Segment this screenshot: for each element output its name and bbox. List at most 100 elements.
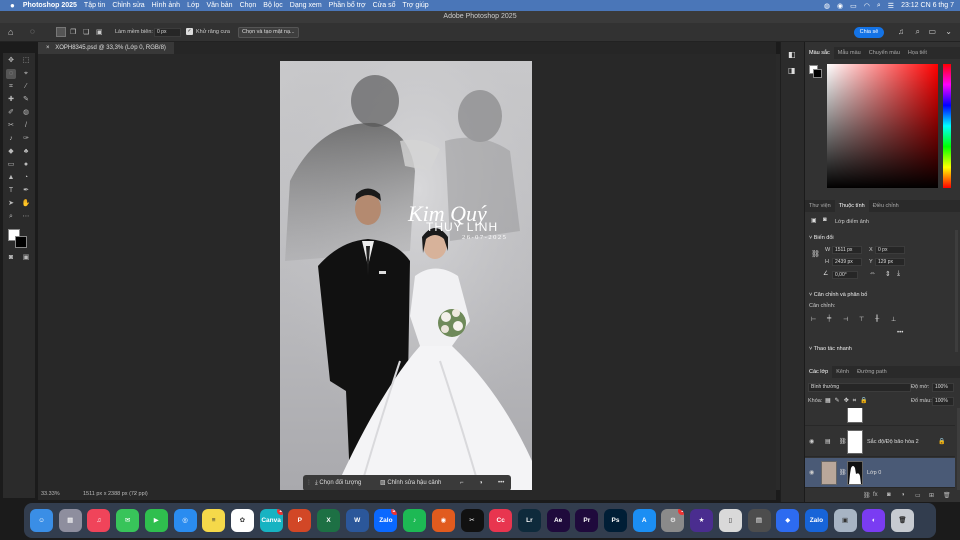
- pencil-tool-icon[interactable]: /: [21, 121, 31, 131]
- quick-mask-icon[interactable]: ◙: [6, 253, 16, 263]
- transform-icon[interactable]: ⌐: [460, 478, 464, 488]
- tab-libraries[interactable]: Thư viện: [805, 200, 835, 212]
- zoom-tool-icon[interactable]: ⌕: [6, 212, 16, 222]
- history-brush-tool-icon[interactable]: ♪: [6, 134, 16, 144]
- dock-app-messenger[interactable]: ◐: [862, 509, 886, 532]
- marquee-tool-icon[interactable]: ⬚: [21, 56, 31, 66]
- dock-app-roblox[interactable]: ◆: [776, 509, 800, 532]
- dock-app-notes[interactable]: ≡: [202, 509, 226, 532]
- height-input[interactable]: 2439 px: [832, 258, 862, 266]
- transform-section-title[interactable]: ˅ Biến đổi: [809, 235, 834, 241]
- pen-tool-icon[interactable]: ✒: [21, 186, 31, 196]
- dock-app-app-store[interactable]: A: [632, 509, 656, 532]
- wifi-icon[interactable]: ◠: [864, 2, 870, 10]
- blend-mode-select[interactable]: Bình thường: [808, 383, 911, 392]
- hand-tool-icon[interactable]: ✋: [21, 199, 31, 209]
- width-input[interactable]: 1511 px: [832, 246, 862, 254]
- libraries-panel-icon[interactable]: ◨: [788, 66, 796, 75]
- color-picker-field[interactable]: [827, 64, 938, 188]
- menu-filter[interactable]: Bộ lọc: [263, 2, 282, 9]
- blur-tool-icon[interactable]: ●: [21, 160, 31, 170]
- angle-input[interactable]: 0,00°: [832, 271, 858, 279]
- dock-app-facetime[interactable]: ▶: [144, 509, 168, 532]
- dock-app-finder[interactable]: ☺: [30, 509, 53, 532]
- close-tab-icon[interactable]: ×: [46, 45, 50, 51]
- align-bottom-icon[interactable]: ⊥: [891, 316, 896, 323]
- fill-input[interactable]: 100%: [932, 397, 954, 406]
- properties-scrollbar[interactable]: [955, 230, 958, 352]
- quick-actions-section[interactable]: ˅ Thao tác nhanh: [809, 346, 852, 352]
- tab-properties[interactable]: Thuộc tính: [834, 200, 869, 212]
- link-layers-icon[interactable]: ⛓: [863, 492, 871, 499]
- search-icon[interactable]: ⌕: [877, 2, 881, 10]
- dock-app-podcast[interactable]: ◉: [431, 509, 455, 532]
- history-panel-icon[interactable]: ◧: [788, 50, 796, 59]
- dock-app-lightroom[interactable]: Lr: [517, 509, 541, 532]
- dock-app-safari[interactable]: ◎: [173, 509, 197, 532]
- layer-row-selected[interactable]: ◉ ⛓ Lớp 0: [805, 458, 955, 488]
- visibility-eye-icon[interactable]: ◉: [809, 438, 814, 445]
- menu-image[interactable]: Hình ảnh: [152, 2, 180, 9]
- lock-options-icons[interactable]: ▦✎✥⌗🔒: [825, 397, 872, 405]
- brush-tool-icon[interactable]: ✎: [21, 95, 31, 105]
- select-subject-button[interactable]: ⤓ Chọn đối tượng: [315, 478, 361, 488]
- tab-swatches[interactable]: Mẫu màu: [834, 47, 865, 59]
- screen-mode-icon[interactable]: ▣: [21, 253, 31, 263]
- eraser-tool-icon[interactable]: ◆: [6, 147, 16, 157]
- mixer-brush-tool-icon[interactable]: ✑: [21, 134, 31, 144]
- add-mask-icon[interactable]: ◙: [887, 492, 891, 498]
- remove-background-button[interactable]: ▨ Chỉnh sửa hậu cảnh: [380, 478, 441, 488]
- layer-row[interactable]: ◉ ▤ ⛓ Sắc độ/Độ bão hòa 2 🔒: [805, 427, 955, 457]
- quick-selection-tool-icon[interactable]: ⌖: [21, 69, 31, 79]
- battery-icon[interactable]: ▭: [850, 2, 857, 10]
- menu-type[interactable]: Văn bản: [206, 2, 232, 9]
- dock-app-photos[interactable]: ✿: [230, 509, 254, 532]
- notifications-icon[interactable]: ♫: [898, 27, 904, 36]
- share-button[interactable]: Chia sẻ: [854, 27, 884, 38]
- wedding-photo[interactable]: Kim Quý THUY LINH 26-07-2025: [280, 61, 532, 490]
- path-selection-tool-icon[interactable]: ➤: [6, 199, 16, 209]
- new-layer-icon[interactable]: ⊞: [929, 492, 934, 499]
- dock-app-capcut[interactable]: ✂: [460, 509, 484, 532]
- search-ps-icon[interactable]: ⌕: [916, 27, 920, 37]
- dock-app-imovie[interactable]: ★: [690, 509, 714, 532]
- stamp-tool-icon[interactable]: ♣: [21, 147, 31, 157]
- record-icon[interactable]: ◉: [837, 2, 843, 10]
- document-tab[interactable]: × XOPH8345.psd @ 33,3% (Lớp 0, RGB/8): [38, 42, 174, 54]
- more-options-button[interactable]: •••: [498, 478, 504, 488]
- dock-app-preview[interactable]: ▣: [833, 509, 857, 532]
- subtract-selection-icon[interactable]: ❏: [83, 28, 89, 36]
- document-info[interactable]: 1511 px x 2388 px (72 ppi): [83, 491, 148, 497]
- crop-tool-icon[interactable]: ⌗: [6, 82, 16, 92]
- align-more-button[interactable]: •••: [897, 330, 903, 336]
- chain-link-icon[interactable]: ⛓: [839, 438, 847, 445]
- dock-app-creative-cloud[interactable]: Cc: [489, 509, 513, 532]
- dock-app-zalo[interactable]: Zalo 5+: [374, 509, 398, 532]
- adjust-icon[interactable]: ◑: [479, 478, 483, 488]
- tab-patterns[interactable]: Họa tiết: [904, 47, 931, 59]
- delete-layer-icon[interactable]: 🗑: [943, 492, 951, 499]
- drag-handle-icon[interactable]: ⋮: [306, 478, 312, 488]
- type-tool-icon[interactable]: T: [6, 186, 16, 196]
- eyedropper-tool-icon[interactable]: ⁄: [21, 82, 31, 92]
- tab-layers[interactable]: Các lớp: [805, 366, 833, 378]
- menu-view[interactable]: Dạng xem: [290, 2, 322, 9]
- dock-app-messages[interactable]: ✉: [116, 509, 140, 532]
- tab-adjustments[interactable]: Điều chỉnh: [869, 200, 903, 212]
- clone-stamp-tool-icon[interactable]: ✂: [6, 121, 16, 131]
- remove-tool-icon[interactable]: ✐: [6, 108, 16, 118]
- zoom-level[interactable]: 33.33%: [41, 491, 60, 497]
- layer-style-button[interactable]: fx: [873, 492, 878, 498]
- lasso-tool-icon[interactable]: ◌: [6, 69, 16, 79]
- dock-app-trash[interactable]: 🗑: [891, 509, 914, 532]
- menu-edit[interactable]: Chỉnh sửa: [112, 2, 144, 9]
- dock-app-zalo-files[interactable]: Zalo: [804, 509, 828, 532]
- app-menu[interactable]: Photoshop 2025: [23, 2, 77, 9]
- layer-row[interactable]: [805, 408, 955, 426]
- align-middle-icon[interactable]: ╫: [875, 316, 879, 322]
- gradient-tool-icon[interactable]: ▭: [6, 160, 16, 170]
- dock-app-canva[interactable]: Canva 1: [259, 509, 283, 532]
- dock-app-calculator[interactable]: ▤: [747, 509, 771, 532]
- chain-link-icon[interactable]: ⛓: [839, 469, 847, 476]
- dock-app-iphone-mirroring[interactable]: ▯: [718, 509, 742, 532]
